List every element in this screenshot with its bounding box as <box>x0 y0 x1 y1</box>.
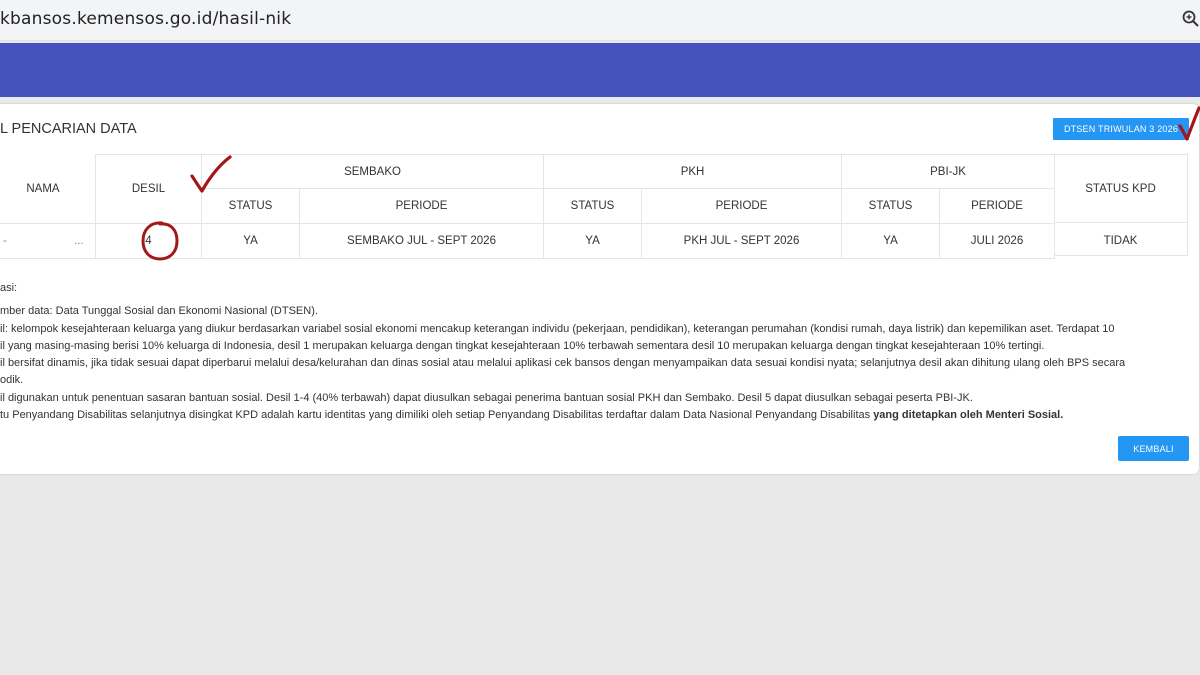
note-line: tu Penyandang Disabilitas selanjutnya di… <box>0 407 1125 424</box>
cell-nama: - ... <box>0 223 96 259</box>
status-kpd-column: STATUS KPD TIDAK <box>1054 154 1188 256</box>
note-line: mber data: Data Tunggal Sosial dan Ekono… <box>0 305 318 318</box>
header-pkh-periode: PERIODE <box>641 188 843 224</box>
cell-status-kpd: TIDAK <box>1103 235 1138 247</box>
table-row: - ... 4 YA SEMBAKO JUL - SEPT 2026 YA PK… <box>0 223 1056 259</box>
nama-masked-right: ... <box>74 235 84 247</box>
cell-pbijk-status: YA <box>841 223 941 259</box>
dtsen-period-button[interactable]: DTSEN TRIWULAN 3 2026 <box>1053 118 1189 140</box>
header-nama: NAMA <box>0 154 96 224</box>
header-pbijk-status: STATUS <box>841 188 941 224</box>
cell-pbijk-periode: JULI 2026 <box>939 223 1056 259</box>
notes-heading: asi: <box>0 282 18 294</box>
cell-pkh-periode: PKH JUL - SEPT 2026 <box>641 223 843 259</box>
status-kpd-divider <box>1054 222 1187 223</box>
url-text[interactable]: kbansos.kemensos.go.id/hasil-nik <box>0 9 291 29</box>
header-pkh-status: STATUS <box>543 188 643 224</box>
notes-section: asi: mber data: Data Tunggal Sosial dan … <box>0 280 1125 424</box>
site-header-banner <box>0 43 1200 97</box>
note-line: il: kelompok kesejahteraan keluarga yang… <box>0 322 1115 335</box>
note-text: tu Penyandang Disabilitas selanjutnya di… <box>0 409 874 422</box>
note-line: il digunakan untuk penentuan sasaran ban… <box>0 391 973 404</box>
header-pkh: PKH <box>543 154 843 189</box>
magnifier-zoom-icon[interactable] <box>1181 9 1200 29</box>
cell-pkh-status: YA <box>543 223 643 259</box>
header-sembako: SEMBAKO <box>200 154 545 189</box>
cell-desil: 4 <box>95 223 202 259</box>
header-pbijk-periode: PERIODE <box>939 188 1056 224</box>
header-pbijk: PBI-JK <box>841 154 1056 189</box>
browser-address-bar[interactable]: kbansos.kemensos.go.id/hasil-nik <box>0 0 1200 41</box>
note-line: il bersifat dinamis, jika tidak sesuai d… <box>0 357 1126 370</box>
note-line: il yang masing-masing berisi 10% keluarg… <box>0 339 1045 352</box>
header-sembako-status: STATUS <box>201 188 300 224</box>
nama-masked-left: - <box>3 235 7 247</box>
cell-sembako-periode: SEMBAKO JUL - SEPT 2026 <box>298 223 545 259</box>
note-line: odik. <box>0 374 24 387</box>
header-sembako-periode: PERIODE <box>298 188 545 224</box>
back-button[interactable]: KEMBALI <box>1118 436 1189 461</box>
header-status-kpd: STATUS KPD <box>1085 183 1156 195</box>
result-table: NAMA DESIL SEMBAKO PKH PBI-JK STATUS PER… <box>0 154 1056 259</box>
page-title: L PENCARIAN DATA <box>0 121 137 137</box>
note-emphasis: yang ditetapkan oleh Menteri Sosial. <box>873 409 1064 422</box>
header-desil: DESIL <box>95 154 202 224</box>
cell-sembako-status: YA <box>201 223 300 259</box>
